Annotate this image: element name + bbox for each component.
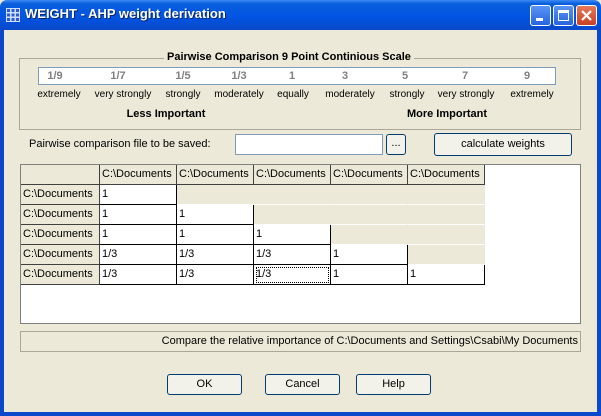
window-frame-bottom — [0, 412, 601, 416]
scale-label: moderately — [325, 89, 375, 100]
matrix-cell[interactable]: 1 — [254, 225, 331, 245]
scale-title: Pairwise Comparison 9 Point Continious S… — [164, 51, 414, 63]
matrix-cell[interactable]: 1 — [100, 185, 177, 205]
title-bar[interactable]: WEIGHT - AHP weight derivation — [0, 0, 601, 30]
row-header: C:\Documents — [21, 245, 100, 265]
scale-label: very strongly — [437, 89, 495, 100]
window-title: WEIGHT - AHP weight derivation — [25, 6, 226, 21]
matrix-cell[interactable]: 1/3 — [177, 245, 254, 265]
window-frame-left — [0, 30, 4, 416]
scale-label: equally — [277, 89, 309, 100]
scale-label: extremely — [510, 89, 554, 100]
close-button[interactable] — [576, 5, 597, 26]
column-header: C:\Documents — [177, 165, 254, 185]
scale-value: 7 — [461, 70, 469, 82]
more-important-label: More Important — [406, 108, 488, 120]
comparison-matrix[interactable]: C:\Documents C:\Documents C:\Documents C… — [20, 164, 581, 324]
scale-value: 1/3 — [231, 70, 247, 82]
row-header: C:\Documents — [21, 205, 100, 225]
matrix-cell[interactable]: 1 — [177, 205, 254, 225]
matrix-cell[interactable]: 1 — [100, 225, 177, 245]
scale-value: 1/9 — [47, 70, 63, 82]
matrix-cell-disabled — [408, 185, 485, 205]
scale-value: 1 — [288, 70, 296, 82]
scale-value: 3 — [341, 70, 349, 82]
matrix-cell-disabled — [408, 225, 485, 245]
row-header: C:\Documents — [21, 265, 100, 285]
matrix-cell-disabled — [254, 205, 331, 225]
window-frame-right — [597, 30, 601, 416]
row-header: C:\Documents — [21, 185, 100, 205]
scale-label: strongly — [165, 89, 201, 100]
grid-app-icon — [6, 8, 20, 22]
cancel-button[interactable]: Cancel — [265, 374, 340, 395]
scale-value: 1/5 — [175, 70, 191, 82]
matrix-cell[interactable]: 1/3 — [177, 265, 254, 285]
matrix-cell[interactable]: 1 — [331, 265, 408, 285]
matrix-cell[interactable]: 1/3 — [100, 265, 177, 285]
scale-label: moderately — [214, 89, 264, 100]
scale-label: extremely — [37, 89, 81, 100]
matrix-cell[interactable]: 1 — [100, 205, 177, 225]
file-label: Pairwise comparison file to be saved: — [29, 138, 211, 150]
browse-button[interactable]: ... — [386, 134, 406, 155]
matrix-cell[interactable]: 1 — [331, 245, 408, 265]
matrix-cell-focused[interactable]: 1/3 — [254, 265, 331, 285]
scale-label: very strongly — [94, 89, 152, 100]
matrix-cell-disabled — [408, 205, 485, 225]
less-important-label: Less Important — [126, 108, 206, 120]
file-input[interactable] — [235, 134, 383, 155]
maximize-button[interactable] — [553, 5, 574, 26]
maximize-icon — [558, 10, 569, 21]
column-header: C:\Documents — [254, 165, 331, 185]
column-header: C:\Documents — [331, 165, 408, 185]
matrix-cell-disabled — [331, 205, 408, 225]
column-header: C:\Documents — [408, 165, 485, 185]
column-header: C:\Documents — [100, 165, 177, 185]
scale-value: 9 — [523, 70, 531, 82]
help-button[interactable]: Help — [356, 374, 431, 395]
matrix-cell[interactable]: 1/3 — [100, 245, 177, 265]
ok-button[interactable]: OK — [167, 374, 242, 395]
minimize-button[interactable] — [530, 5, 551, 26]
scale-label: strongly — [389, 89, 425, 100]
scale-value: 5 — [401, 70, 409, 82]
matrix-cell[interactable]: 1 — [177, 225, 254, 245]
minimize-icon — [536, 18, 543, 21]
matrix-cell[interactable]: 1 — [408, 265, 485, 285]
status-text: Compare the relative importance of C:\Do… — [20, 331, 581, 352]
matrix-cell[interactable]: 1/3 — [254, 245, 331, 265]
matrix-cell-disabled — [408, 245, 485, 265]
row-header: C:\Documents — [21, 225, 100, 245]
calculate-weights-button[interactable]: calculate weights — [434, 133, 572, 156]
corner-cell — [21, 165, 100, 185]
matrix-cell-disabled — [177, 185, 254, 205]
matrix-cell-disabled — [331, 185, 408, 205]
matrix-cell-disabled — [331, 225, 408, 245]
close-icon — [581, 10, 592, 21]
scale-value: 1/7 — [110, 70, 126, 82]
matrix-cell-disabled — [254, 185, 331, 205]
